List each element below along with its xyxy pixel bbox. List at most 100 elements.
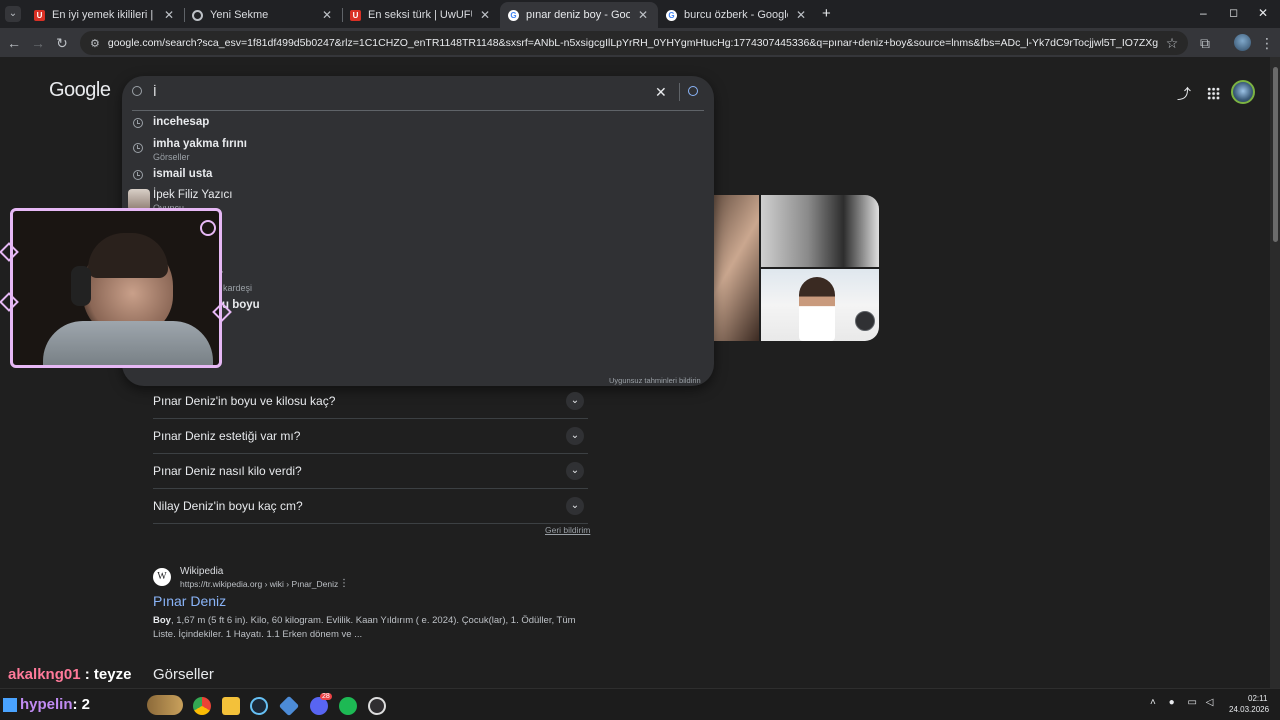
obs-icon[interactable]	[368, 697, 386, 715]
tab-strip: ⌄ U En iyi yemek ikilileri | UwUFUFU ✕ Y…	[0, 0, 1280, 28]
result-title[interactable]: Pınar Deniz	[153, 593, 226, 609]
tab-yemek-ikilileri[interactable]: U En iyi yemek ikilileri | UwUFUFU ✕	[26, 2, 184, 28]
faq-item[interactable]: Pınar Deniz nasıl kilo verdi? ⌄	[153, 454, 588, 489]
page-scrollbar[interactable]	[1270, 57, 1280, 688]
microphone-icon[interactable]: ●	[1169, 697, 1175, 708]
search-icon	[132, 86, 142, 96]
back-icon[interactable]: ←	[5, 34, 23, 52]
chevron-down-icon[interactable]: ⌄	[566, 427, 584, 445]
windows-taskbar: hypelin: 2 28 ˄ ● ▭ ◁ 02:11 24.03.2026	[0, 688, 1280, 720]
clear-search-icon[interactable]: ✕	[655, 84, 667, 101]
streamer-shirt	[43, 321, 213, 365]
tab-en-seksi-turk[interactable]: U En seksi türk | UwUFUFU ✕	[342, 2, 500, 28]
tab-title: pınar deniz boy - Google'da Ara	[526, 9, 630, 21]
discord-badge: 28	[320, 693, 332, 700]
suggestion-item[interactable]: imha yakma fırını	[153, 138, 247, 150]
stream-chat-message: akalkng01 : teyze	[8, 666, 131, 683]
search-submit-icon[interactable]	[688, 86, 698, 96]
tab-title: burcu özberk - Google'da Ara	[684, 9, 788, 21]
account-avatar[interactable]	[1231, 80, 1255, 104]
close-tab-icon[interactable]: ✕	[478, 8, 492, 22]
overlay-counter: hypelin: 2	[20, 696, 90, 713]
clock-date[interactable]: 24.03.2026	[1229, 705, 1269, 714]
chevron-down-icon[interactable]: ⌄	[566, 497, 584, 515]
result-url[interactable]: https://tr.wikipedia.org › wiki › Pınar_…	[180, 579, 338, 589]
minimize-button[interactable]: –	[1200, 6, 1207, 20]
suggestion-item[interactable]: İpek Filiz Yazıcı	[153, 189, 232, 201]
uwufufu-icon: U	[350, 9, 361, 21]
suggestion-item[interactable]: ismail usta	[153, 168, 212, 180]
faq-item[interactable]: Nilay Deniz'in boyu kaç cm? ⌄	[153, 489, 588, 524]
tab-title: En iyi yemek ikilileri | UwUFUFU	[52, 9, 156, 21]
headphones	[71, 266, 91, 306]
history-icon	[133, 170, 143, 180]
bookmark-star-icon[interactable]: ☆	[1163, 34, 1181, 52]
profile-avatar[interactable]	[1234, 34, 1251, 51]
close-window-button[interactable]: ✕	[1258, 6, 1268, 20]
system-tray: ˄ ● ▭ ◁	[1150, 697, 1213, 708]
tab-search-button[interactable]: ⌄	[5, 6, 21, 22]
report-predictions-link[interactable]: Uygunsuz tahminleri bildirin	[609, 376, 701, 385]
chat-separator: :	[80, 666, 94, 683]
result-more-icon[interactable]: ⋮	[339, 578, 349, 589]
tab-yeni-sekme[interactable]: Yeni Sekme ✕	[184, 2, 342, 28]
app-icon[interactable]	[278, 695, 300, 717]
browser-toolbar: ← → ↻ ⚙ google.com/search?sca_esv=1f81df…	[0, 28, 1280, 57]
windows-start-icon[interactable]	[3, 698, 17, 712]
extensions-icon[interactable]: ⧉	[1196, 34, 1214, 52]
uwufufu-icon: U	[34, 9, 45, 21]
apps-grid-icon[interactable]	[1207, 87, 1220, 100]
spotify-icon[interactable]	[339, 697, 357, 715]
chrome-icon[interactable]	[193, 697, 211, 715]
steam-icon[interactable]	[250, 697, 268, 715]
suggestion-item[interactable]: incehesap	[153, 116, 209, 128]
chevron-down-icon[interactable]: ⌄	[566, 392, 584, 410]
faq-item[interactable]: Pınar Deniz estetiği var mı? ⌄	[153, 419, 588, 454]
url-text: google.com/search?sca_esv=1f81df499d5b02…	[107, 37, 1158, 49]
volume-icon[interactable]: ◁	[1206, 697, 1214, 708]
close-tab-icon[interactable]: ✕	[320, 8, 334, 22]
clock-time[interactable]: 02:11	[1248, 694, 1267, 703]
reload-icon[interactable]: ↻	[53, 34, 71, 52]
search-widget-icon[interactable]	[147, 695, 183, 715]
feedback-link[interactable]: Geri bildirim	[545, 525, 590, 535]
google-logo[interactable]: Google	[49, 79, 111, 102]
webcam-frame-ornament	[200, 220, 216, 236]
close-tab-icon[interactable]: ✕	[162, 8, 176, 22]
result-image-3[interactable]	[761, 269, 879, 341]
tab-burcu-ozberk[interactable]: G burcu özberk - Google'da Ara ✕	[658, 2, 816, 28]
webcam-overlay	[10, 208, 222, 368]
file-explorer-icon[interactable]	[222, 697, 240, 715]
address-bar[interactable]: ⚙ google.com/search?sca_esv=1f81df499d5b…	[80, 31, 1188, 55]
faq-question: Nilay Deniz'in boyu kaç cm?	[153, 499, 303, 513]
person-silhouette	[799, 277, 835, 341]
forward-icon[interactable]: →	[29, 34, 47, 52]
faq-question: Pınar Deniz nasıl kilo verdi?	[153, 464, 302, 478]
search-input[interactable]: İ	[153, 84, 157, 99]
tab-pinar-deniz-boy[interactable]: G pınar deniz boy - Google'da Ara ✕	[500, 2, 658, 28]
tray-chevron-icon[interactable]: ˄	[1150, 697, 1156, 708]
faq-question: Pınar Deniz'in boyu ve kilosu kaç?	[153, 394, 336, 408]
suggestion-subtitle: kardeşi	[223, 283, 253, 293]
chrome-icon	[192, 9, 203, 21]
scrollbar-thumb[interactable]	[1273, 67, 1278, 242]
result-source[interactable]: Wikipedia	[180, 566, 223, 577]
result-image-1[interactable]	[714, 195, 759, 341]
chrome-menu-icon[interactable]: ⋮	[1258, 34, 1276, 52]
history-icon	[133, 143, 143, 153]
network-icon[interactable]: ▭	[1187, 697, 1196, 708]
close-tab-icon[interactable]: ✕	[636, 8, 650, 22]
chevron-down-icon[interactable]: ⌄	[566, 462, 584, 480]
faq-item[interactable]: Pınar Deniz'in boyu ve kilosu kaç? ⌄	[153, 384, 588, 419]
maximize-button[interactable]: ◻	[1229, 6, 1238, 19]
result-snippet: Boy, 1,67 m (5 ft 6 in). Kilo, 60 kilogr…	[153, 615, 576, 640]
suggestion-subtitle: Görseller	[153, 152, 190, 162]
close-tab-icon[interactable]: ✕	[794, 8, 808, 22]
new-tab-button[interactable]: +	[822, 5, 831, 22]
image-search-icon[interactable]	[855, 311, 875, 331]
overlay-name: hypelin	[20, 696, 73, 713]
chat-username: akalkng01	[8, 666, 81, 683]
result-image-2[interactable]	[761, 195, 879, 267]
site-info-icon[interactable]: ⚙	[90, 37, 100, 50]
share-icon[interactable]: ⤴	[1177, 84, 1191, 104]
